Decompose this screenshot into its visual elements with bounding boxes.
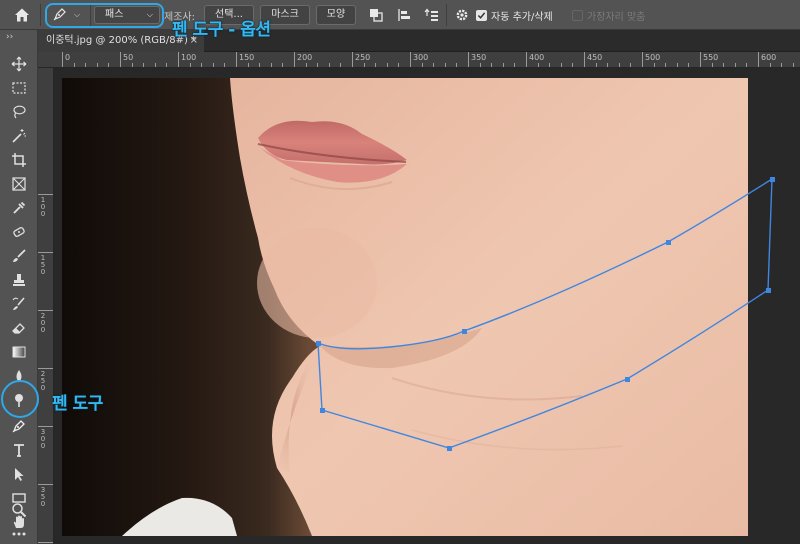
ruler-label: 450: [587, 53, 603, 62]
ruler-label: 100: [40, 196, 46, 218]
ruler-tick: [38, 542, 53, 543]
move-tool-icon[interactable]: [9, 54, 29, 74]
ruler-tick: [38, 310, 53, 311]
ruler-tick: [584, 52, 585, 67]
ruler-tick: [38, 368, 53, 369]
ruler-tick: [236, 52, 237, 67]
make-shape-button[interactable]: 모양: [316, 5, 356, 25]
portrait-photo: [62, 78, 748, 536]
zoom-tool-icon[interactable]: [9, 500, 29, 520]
align-edges-option: 가장자리 맞춤: [572, 8, 645, 23]
collapse-panel-icon[interactable]: ››: [6, 32, 13, 42]
ruler-tick: [120, 52, 121, 67]
crop-tool-icon[interactable]: [9, 150, 29, 170]
tools-panel: ››: [0, 30, 38, 544]
ruler-label: 350: [40, 486, 46, 508]
document-tab-bar: 이중턱.jpg @ 200% (RGB/8#) * ×: [38, 30, 800, 52]
ruler-tick: [294, 52, 295, 67]
ruler-tick: [758, 52, 759, 67]
gradient-tool-icon[interactable]: [9, 342, 29, 362]
auto-add-delete-checkbox[interactable]: [476, 10, 487, 21]
divider: [40, 4, 41, 26]
ruler-label: 200: [40, 312, 46, 334]
photoshop-window: ⌵ 패스 ⌵ 제조사: 선택... 마스크 모양 자동 추가/삭제 가장자리 맞…: [0, 0, 800, 544]
ruler-tick: [38, 194, 53, 195]
ruler-label: 300: [413, 53, 429, 62]
gear-icon[interactable]: [454, 7, 470, 23]
home-icon[interactable]: [14, 7, 30, 23]
ruler-label: 300: [40, 428, 46, 450]
ruler-label: 600: [761, 53, 777, 62]
healing-brush-icon[interactable]: [9, 222, 29, 242]
document-image[interactable]: [62, 78, 748, 536]
frame-tool-icon[interactable]: [9, 174, 29, 194]
ruler-tick: [352, 52, 353, 67]
ruler-tick: [38, 252, 53, 253]
ruler-tick: [178, 52, 179, 67]
ruler-label: 550: [703, 53, 719, 62]
auto-add-delete-option[interactable]: 자동 추가/삭제: [476, 8, 553, 23]
clone-stamp-icon[interactable]: [9, 270, 29, 290]
ruler-label: 250: [355, 53, 371, 62]
pen-tool-callout: 펜 도구: [52, 394, 103, 414]
auto-add-delete-label: 자동 추가/삭제: [491, 12, 553, 23]
magic-wand-icon[interactable]: [9, 126, 29, 146]
ruler-label: 200: [297, 53, 313, 62]
ruler-tick: [38, 426, 53, 427]
ruler-label: 0: [65, 53, 71, 62]
ruler-tick: [468, 52, 469, 67]
ruler-tick: [410, 52, 411, 67]
ruler-label: 150: [239, 53, 255, 62]
history-brush-icon[interactable]: [9, 294, 29, 314]
ruler-label: 500: [645, 53, 661, 62]
ruler-label: 400: [529, 53, 545, 62]
ruler-tick: [642, 52, 643, 67]
ruler-tick: [62, 52, 63, 67]
pen-tool-icon[interactable]: [9, 416, 29, 436]
eyedropper-icon[interactable]: [9, 198, 29, 218]
divider: [446, 4, 447, 26]
path-operations-icon[interactable]: [368, 7, 384, 23]
pen-tool-highlight-circle: [1, 380, 39, 418]
options-callout: 펜 도구 - 옵션: [172, 20, 271, 40]
options-highlight-box: [45, 3, 164, 28]
type-tool-icon[interactable]: [9, 440, 29, 460]
path-alignment-icon[interactable]: [396, 7, 412, 23]
ruler-label: 350: [471, 53, 487, 62]
path-selection-icon[interactable]: [9, 464, 29, 484]
marquee-tool-icon[interactable]: [9, 78, 29, 98]
ruler-label: 250: [40, 370, 46, 392]
ruler-tick: [38, 484, 53, 485]
horizontal-ruler[interactable]: 0 50 100 150 200 250 300 350 400 450 500 550 600: [38, 52, 800, 68]
lasso-tool-icon[interactable]: [9, 102, 29, 122]
ruler-tick: [700, 52, 701, 67]
more-tools-icon[interactable]: [9, 524, 29, 544]
align-edges-checkbox: [572, 10, 583, 21]
align-edges-label: 가장자리 맞춤: [587, 12, 646, 23]
ruler-tick: [526, 52, 527, 67]
ruler-label: 50: [123, 53, 134, 62]
ruler-label: 100: [181, 53, 197, 62]
ruler-label: 150: [40, 254, 46, 276]
vertical-ruler[interactable]: 1001502002503003504: [38, 68, 54, 544]
brush-tool-icon[interactable]: [9, 246, 29, 266]
path-arrangement-icon[interactable]: [424, 7, 440, 23]
eraser-icon[interactable]: [9, 318, 29, 338]
